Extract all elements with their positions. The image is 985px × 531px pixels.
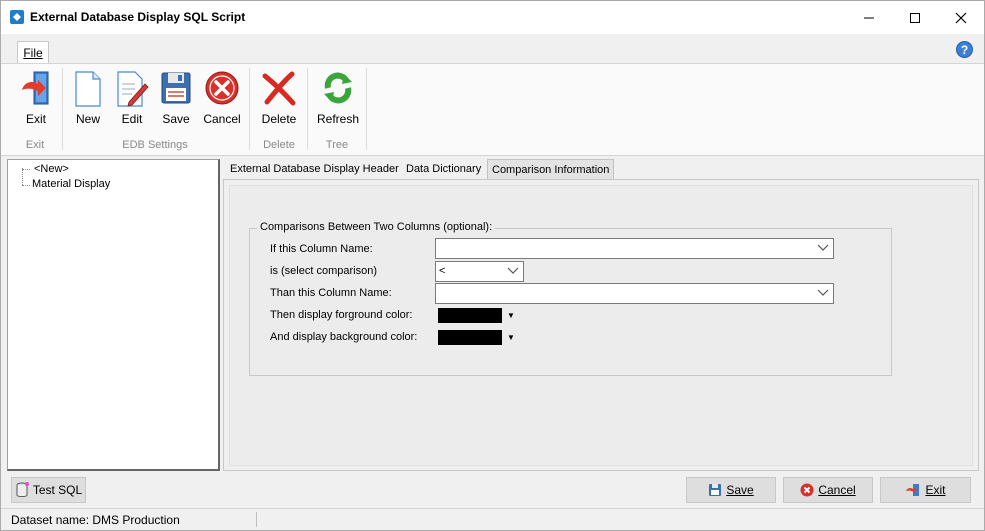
tree-connector bbox=[22, 168, 23, 185]
tree-connector bbox=[22, 169, 30, 170]
maximize-button[interactable] bbox=[892, 1, 938, 34]
fg-color-swatch[interactable] bbox=[438, 308, 502, 323]
group-label-exit: Exit bbox=[25, 139, 45, 151]
tab-data-dictionary[interactable]: Data Dictionary bbox=[402, 159, 485, 180]
save-ribbon-label: Save bbox=[162, 112, 190, 126]
chevron-down-icon bbox=[507, 267, 519, 274]
tab-file[interactable]: File bbox=[17, 41, 49, 64]
new-document-icon bbox=[75, 71, 101, 107]
if-column-select[interactable] bbox=[435, 238, 834, 259]
status-separator bbox=[256, 512, 257, 527]
exit-door-icon bbox=[22, 71, 49, 105]
minimize-icon bbox=[864, 17, 874, 18]
comparison-select[interactable]: < bbox=[435, 261, 524, 282]
app-window: External Database Display SQL Script Fil… bbox=[0, 0, 985, 531]
ribbon-toolbar: Exit Exit New Edit Save Cancel EDB Setti… bbox=[1, 63, 984, 156]
edit-document-icon bbox=[117, 71, 149, 107]
database-icon bbox=[16, 482, 29, 497]
comparison-label: is (select comparison) bbox=[270, 265, 377, 277]
test-sql-label: Test SQL bbox=[32, 483, 83, 497]
tab-edb-header[interactable]: External Database Display Header bbox=[226, 159, 403, 180]
delete-x-icon bbox=[262, 71, 296, 106]
bg-color-dropdown-icon[interactable]: ▼ bbox=[505, 330, 517, 345]
exit-door-icon bbox=[906, 484, 920, 496]
tree-connector bbox=[22, 185, 30, 186]
chevron-down-icon bbox=[817, 289, 829, 296]
close-icon bbox=[955, 12, 967, 23]
dataset-name-status: Dataset name: DMS Production bbox=[11, 513, 180, 527]
tab-comparison-information-label: Comparison Information bbox=[492, 164, 610, 176]
edit-ribbon-button[interactable]: Edit bbox=[110, 68, 154, 126]
tab-comparison-information[interactable]: Comparison Information bbox=[487, 159, 615, 180]
new-ribbon-button[interactable]: New bbox=[66, 68, 110, 126]
than-column-label: Than this Column Name: bbox=[270, 287, 392, 299]
ribbon-separator bbox=[366, 68, 367, 150]
new-ribbon-label: New bbox=[75, 112, 100, 126]
refresh-ribbon-button[interactable]: Refresh bbox=[314, 68, 362, 126]
ribbon-tab-strip: File ? bbox=[1, 34, 984, 64]
test-sql-button[interactable]: Test SQL bbox=[11, 477, 86, 503]
bg-color-label: And display background color: bbox=[270, 331, 418, 343]
tab-file-label: File bbox=[23, 46, 43, 60]
fg-color-label: Then display forground color: bbox=[270, 309, 413, 321]
group-label-delete: Delete bbox=[263, 139, 295, 151]
cancel-icon bbox=[205, 71, 239, 105]
group-label-tree: Tree bbox=[325, 139, 349, 151]
edb-tree[interactable]: <New> Material Display bbox=[7, 159, 220, 471]
ribbon-separator bbox=[249, 68, 250, 150]
tab-edb-header-label: External Database Display Header bbox=[230, 163, 399, 175]
fg-color-dropdown-icon[interactable]: ▼ bbox=[505, 308, 517, 323]
cancel-button[interactable]: Cancel bbox=[783, 477, 873, 503]
tree-item-material-display[interactable]: Material Display bbox=[32, 178, 110, 190]
maximize-icon bbox=[910, 12, 920, 23]
cancel-ribbon-label: Cancel bbox=[203, 112, 241, 126]
group-label-edb-settings: EDB Settings bbox=[122, 139, 188, 151]
tab-data-dictionary-label: Data Dictionary bbox=[406, 163, 482, 175]
chevron-down-icon bbox=[817, 244, 829, 251]
comparison-groupbox-title: Comparisons Between Two Columns (optiona… bbox=[257, 221, 496, 233]
than-column-select[interactable] bbox=[435, 283, 834, 304]
help-button[interactable]: ? bbox=[956, 41, 973, 58]
tree-item-new[interactable]: <New> bbox=[34, 163, 69, 175]
bg-color-swatch[interactable] bbox=[438, 330, 502, 345]
save-ribbon-button[interactable]: Save bbox=[154, 68, 198, 126]
delete-ribbon-label: Delete bbox=[261, 112, 297, 126]
minimize-button[interactable] bbox=[846, 1, 892, 34]
cancel-label: Cancel bbox=[818, 483, 856, 497]
save-button[interactable]: Save bbox=[686, 477, 776, 503]
exit-ribbon-button[interactable]: Exit bbox=[14, 68, 58, 126]
close-button[interactable] bbox=[938, 1, 984, 34]
save-label: Save bbox=[726, 483, 754, 497]
cancel-ribbon-button[interactable]: Cancel bbox=[200, 68, 244, 126]
edit-ribbon-label: Edit bbox=[121, 112, 143, 126]
app-icon bbox=[10, 10, 24, 24]
if-column-label: If this Column Name: bbox=[270, 243, 373, 255]
comparison-value: < bbox=[439, 265, 446, 277]
cancel-icon bbox=[800, 483, 814, 497]
title-bar: External Database Display SQL Script bbox=[1, 1, 984, 34]
delete-ribbon-button[interactable]: Delete bbox=[257, 68, 301, 126]
floppy-disk-icon bbox=[161, 72, 191, 104]
ribbon-separator bbox=[62, 68, 63, 150]
refresh-ribbon-label: Refresh bbox=[316, 112, 360, 126]
exit-button[interactable]: Exit bbox=[880, 477, 971, 503]
ribbon-separator bbox=[307, 68, 308, 150]
exit-label: Exit bbox=[925, 483, 946, 497]
refresh-icon bbox=[324, 72, 352, 104]
status-bar: Dataset name: DMS Production bbox=[1, 508, 984, 530]
floppy-disk-icon bbox=[709, 484, 722, 496]
window-title: External Database Display SQL Script bbox=[30, 10, 246, 24]
exit-ribbon-label: Exit bbox=[25, 112, 46, 126]
